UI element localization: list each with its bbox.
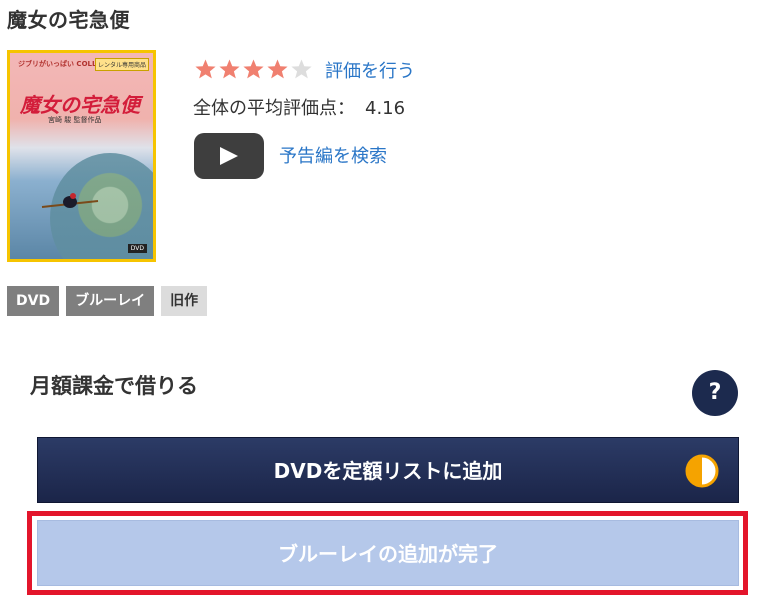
cover-format-logo: DVD: [127, 244, 147, 253]
rate-link[interactable]: 評価を行う: [325, 57, 415, 83]
trailer-search-link[interactable]: 予告編を検索: [279, 142, 387, 168]
add-dvd-to-list-button[interactable]: DVDを定額リストに追加: [37, 437, 739, 503]
cover-artwork: ジブリがいっぱい COLLECTION レンタル専用商品 魔女の宅急便 宮崎 駿…: [10, 53, 153, 259]
star-filled-icon: [267, 59, 288, 79]
average-rating-value: 4.16: [365, 98, 406, 119]
format-tags: DVD ブルーレイ 旧作: [7, 286, 208, 316]
cover-rental-badge: レンタル専用商品: [94, 58, 149, 71]
star-filled-icon: [195, 59, 216, 79]
half-circle-icon: [685, 454, 719, 488]
product-title: 魔女の宅急便: [7, 8, 130, 32]
tag-bluray[interactable]: ブルーレイ: [66, 286, 155, 316]
star-empty-icon: [291, 59, 312, 79]
cover-director-text: 宮崎 駿 監督作品: [48, 116, 102, 124]
play-icon: [220, 147, 238, 165]
average-rating-label: 全体の平均評価点：: [193, 98, 355, 119]
subscription-section-title: 月額課金で借りる: [30, 374, 198, 398]
star-filled-icon: [219, 59, 240, 79]
cover-title-text: 魔女の宅急便: [20, 93, 140, 117]
tag-dvd[interactable]: DVD: [7, 286, 60, 316]
tag-old-release[interactable]: 旧作: [161, 286, 208, 316]
play-button[interactable]: [194, 133, 264, 179]
average-rating: 全体の平均評価点： 4.16: [193, 94, 405, 120]
help-button[interactable]: ?: [692, 370, 738, 416]
cover-witch-illustration: [41, 193, 99, 208]
star-rating: [194, 58, 313, 81]
cover-image[interactable]: ジブリがいっぱい COLLECTION レンタル専用商品 魔女の宅急便 宮崎 駿…: [7, 50, 156, 262]
star-filled-icon: [243, 59, 264, 79]
bluray-added-button[interactable]: ブルーレイの追加が完了: [37, 520, 739, 586]
